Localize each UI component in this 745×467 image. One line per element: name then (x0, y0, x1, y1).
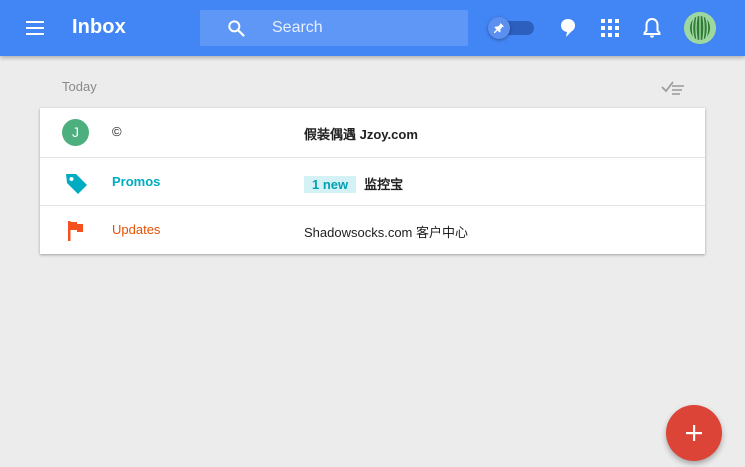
apps-grid-icon[interactable] (598, 16, 622, 40)
bell-icon[interactable] (640, 16, 664, 40)
bundle-label-promos: Promos (112, 174, 161, 189)
sender-name: © (112, 124, 122, 139)
flag-icon (68, 221, 83, 241)
list-item-updates-bundle[interactable]: Updates Shadowsocks.com 客户中心 (40, 205, 705, 254)
bundle-label-updates: Updates (112, 222, 161, 237)
watermelon-avatar-icon (684, 12, 716, 44)
search-input[interactable] (272, 16, 457, 40)
search-icon[interactable] (226, 18, 246, 38)
speech-bubble-icon[interactable] (556, 16, 580, 40)
account-avatar[interactable] (684, 12, 716, 44)
bundle-preview: 1 new 监控宝 (304, 174, 403, 193)
new-count-badge: 1 new (304, 176, 357, 193)
search-box[interactable] (200, 10, 468, 46)
list-item-promos-bundle[interactable]: Promos 1 new 监控宝 (40, 157, 705, 206)
inbox-list-card: J © 假装偶遇 Jzoy.com Promos 1 new 监控宝 Update… (40, 108, 705, 254)
tag-icon (66, 174, 87, 194)
item-subject: 监控宝 (364, 177, 404, 192)
app-title: Inbox (72, 16, 126, 38)
plus-icon (686, 425, 702, 441)
sweep-done-icon[interactable] (660, 78, 686, 96)
section-header-today: Today (62, 79, 97, 94)
pin-icon (494, 23, 504, 33)
compose-fab-button[interactable] (666, 405, 722, 461)
top-app-bar: Inbox (0, 0, 745, 56)
sender-avatar: J (62, 119, 89, 146)
item-subject: Shadowsocks.com 客户中心 (304, 225, 468, 240)
list-item[interactable]: J © 假装偶遇 Jzoy.com (40, 108, 705, 157)
item-subject: 假装偶遇 Jzoy.com (304, 127, 418, 142)
pin-toggle[interactable] (488, 17, 534, 39)
pin-toggle-knob[interactable] (488, 17, 510, 39)
hamburger-menu-icon[interactable] (24, 18, 46, 38)
